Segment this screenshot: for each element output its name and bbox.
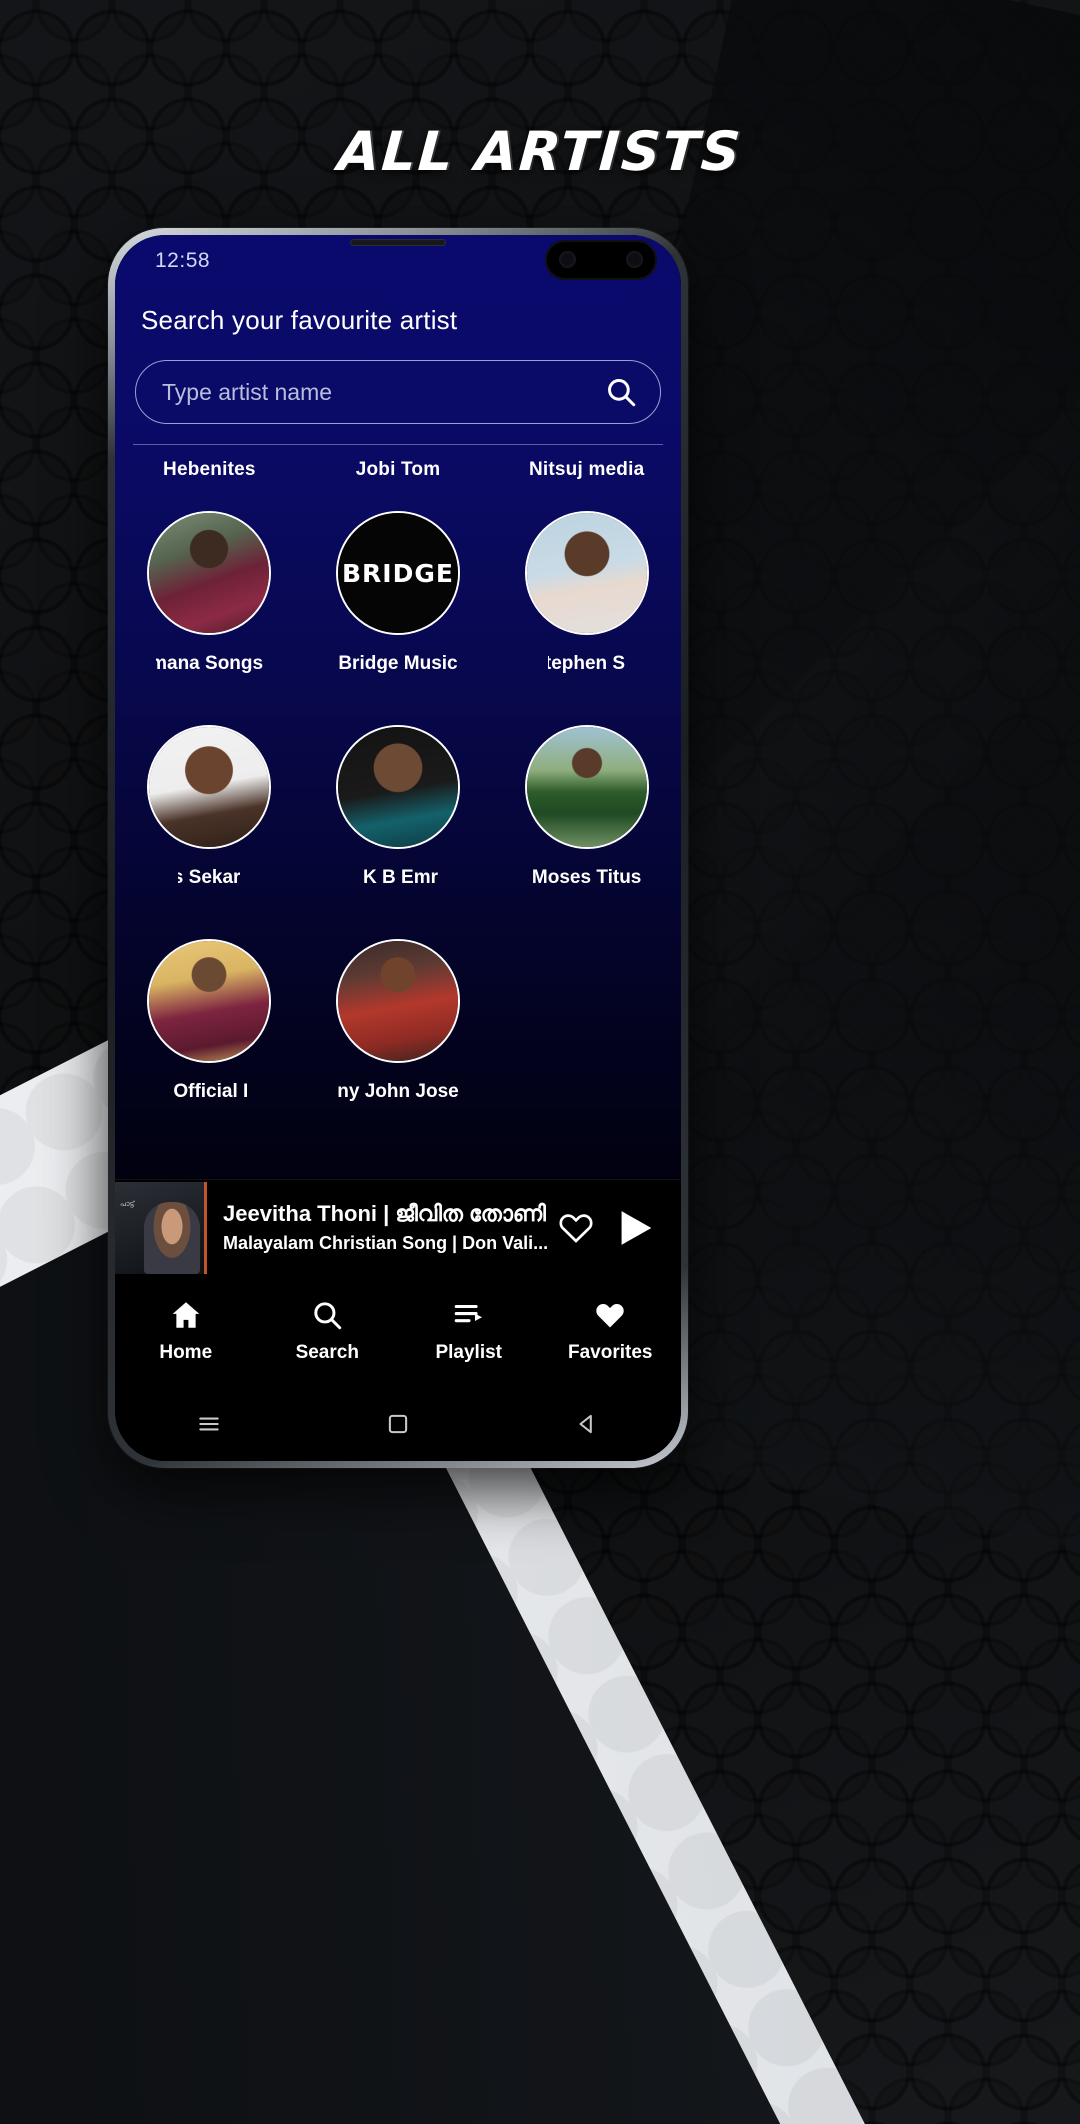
phone-mockup: 12:58 ✳ Vo LTE 5G ▂▄▆ bbox=[108, 228, 688, 1468]
search-bar[interactable] bbox=[135, 360, 661, 424]
artist-photo bbox=[149, 727, 270, 847]
avatar[interactable] bbox=[147, 939, 272, 1063]
avatar[interactable] bbox=[524, 725, 649, 849]
phone-screen: 12:58 ✳ Vo LTE 5G ▂▄▆ bbox=[115, 235, 681, 1461]
search-icon[interactable] bbox=[604, 375, 638, 409]
artist-name: K Official I bbox=[170, 1081, 249, 1102]
nav-label: Favorites bbox=[568, 1342, 653, 1363]
nav-item-search[interactable]: Search bbox=[257, 1298, 399, 1364]
mini-player[interactable]: പാട്ട് Jeevitha Thoni | ജീവിത തോണി Malay… bbox=[115, 1179, 681, 1275]
artist-card[interactable]: as Sekar bbox=[115, 725, 304, 939]
artist-card[interactable]: el K B Emr bbox=[304, 725, 493, 939]
playlist-icon bbox=[452, 1298, 486, 1332]
avatar[interactable] bbox=[147, 725, 272, 849]
artist-name: Moses Titus bbox=[531, 867, 642, 888]
artwork-portrait bbox=[144, 1201, 200, 1274]
player-track-title: Jeevitha Thoni | ജീവിത തോണി bbox=[223, 1201, 546, 1226]
artist-photo bbox=[149, 513, 270, 633]
avatar[interactable] bbox=[335, 725, 460, 849]
artist-name: ny John Jose bbox=[337, 1081, 459, 1102]
avatar[interactable] bbox=[524, 511, 649, 635]
system-navigation-bar bbox=[115, 1387, 681, 1461]
artist-grid: emana Songs BRIDGE Bridge Music bbox=[115, 481, 681, 1179]
album-artwork: പാട്ട് bbox=[115, 1181, 207, 1274]
avatar[interactable] bbox=[147, 511, 272, 635]
triangle-left-icon[interactable] bbox=[567, 1404, 607, 1444]
artist-tag[interactable]: Nitsuj media bbox=[492, 459, 681, 481]
bottom-navigation: Home Search Playlist Favorites bbox=[115, 1275, 681, 1387]
artist-tag-row: Hebenites Jobi Tom Nitsuj media bbox=[115, 445, 681, 481]
artist-photo bbox=[149, 941, 270, 1061]
nav-item-home[interactable]: Home bbox=[115, 1298, 257, 1364]
status-time: 12:58 bbox=[155, 249, 211, 272]
page-title: ALL ARTISTS bbox=[335, 120, 745, 183]
search-input[interactable] bbox=[162, 378, 604, 406]
artist-photo: BRIDGE bbox=[337, 513, 458, 633]
artist-card[interactable]: emana Songs bbox=[115, 511, 304, 725]
avatar[interactable]: BRIDGE bbox=[335, 511, 460, 635]
artist-card[interactable]: Moses Titus bbox=[492, 725, 681, 939]
home-icon bbox=[169, 1298, 203, 1332]
nav-label: Search bbox=[295, 1342, 359, 1363]
artist-card[interactable]: K Official I bbox=[115, 939, 304, 1153]
artist-name: el K B Emr bbox=[358, 867, 439, 888]
search-heading: Search your favourite artist bbox=[141, 305, 458, 335]
app-content: 12:58 ✳ Vo LTE 5G ▂▄▆ bbox=[115, 235, 681, 1179]
nav-item-favorites[interactable]: Favorites bbox=[540, 1298, 682, 1364]
artist-photo bbox=[337, 941, 458, 1061]
artwork-caption: പാട്ട് bbox=[120, 1200, 135, 1208]
search-icon bbox=[310, 1298, 344, 1332]
artist-name: Bridge Music bbox=[338, 653, 458, 674]
artist-name: Stephen S bbox=[548, 653, 626, 674]
artist-name: emana Songs bbox=[155, 653, 264, 674]
artist-card[interactable]: ny John Jose bbox=[304, 939, 493, 1153]
play-icon[interactable] bbox=[603, 1205, 667, 1251]
player-metadata: Jeevitha Thoni | ജീവിത തോണി Malayalam Ch… bbox=[207, 1201, 549, 1254]
nav-label: Playlist bbox=[435, 1342, 503, 1363]
artist-card-empty bbox=[492, 939, 681, 1153]
artist-tag[interactable]: Jobi Tom bbox=[304, 459, 493, 481]
camera-punch-hole bbox=[545, 240, 657, 280]
artist-photo bbox=[526, 513, 647, 633]
artist-card[interactable]: BRIDGE Bridge Music bbox=[304, 511, 493, 725]
heart-outline-icon[interactable] bbox=[549, 1209, 603, 1247]
phone-bezel: 12:58 ✳ Vo LTE 5G ▂▄▆ bbox=[115, 235, 681, 1461]
earpiece-speaker bbox=[350, 239, 446, 246]
player-track-subtitle: Malayalam Christian Song | Don Vali... bbox=[223, 1233, 549, 1253]
heart-icon bbox=[593, 1298, 627, 1332]
avatar[interactable] bbox=[335, 939, 460, 1063]
nav-item-playlist[interactable]: Playlist bbox=[398, 1298, 540, 1364]
artist-card[interactable]: Stephen S bbox=[492, 511, 681, 725]
artist-photo bbox=[526, 727, 647, 847]
artist-photo bbox=[337, 727, 458, 847]
artist-tag[interactable]: Hebenites bbox=[115, 459, 304, 481]
nav-label: Home bbox=[159, 1342, 213, 1363]
hamburger-icon[interactable] bbox=[189, 1404, 229, 1444]
artist-name: as Sekar bbox=[178, 867, 241, 888]
square-icon[interactable] bbox=[378, 1404, 418, 1444]
